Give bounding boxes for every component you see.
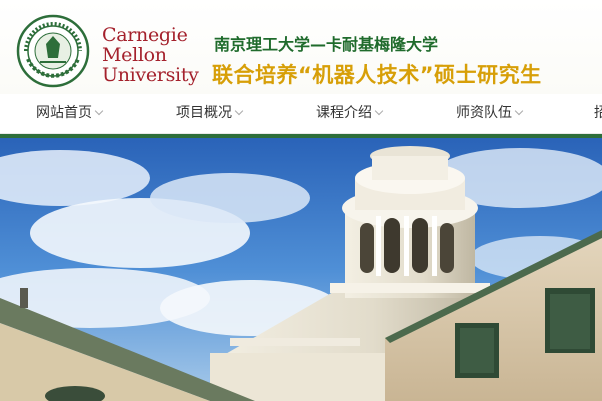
site-title-universities: 南京理工大学—卡耐基梅隆大学: [214, 35, 439, 54]
nav-item-faculty[interactable]: 师资队伍: [456, 94, 524, 133]
nav-item-admissions[interactable]: 招: [594, 94, 602, 133]
chevron-down-icon: [94, 106, 104, 116]
nav-item-label: 课程介绍: [316, 105, 372, 121]
nav-item-label: 网站首页: [36, 105, 92, 121]
nav-item-label: 师资队伍: [456, 105, 512, 121]
cmu-logo-line-1: Carnegie: [102, 24, 188, 46]
chevron-down-icon: [374, 106, 384, 116]
cmu-logo-line-3: University: [102, 64, 199, 86]
chevron-down-icon: [234, 106, 244, 116]
cmu-logo[interactable]: Carnegie Mellon University: [102, 25, 202, 85]
chevron-down-icon: [514, 106, 524, 116]
nav-item-label: 项目概况: [176, 105, 232, 121]
nav-item-home[interactable]: 网站首页: [36, 94, 104, 133]
university-seal-icon: [16, 14, 90, 88]
campus-building-image: [0, 138, 602, 401]
nav-item-overview[interactable]: 项目概况: [176, 94, 244, 133]
site-header: Carnegie Mellon University 南京理工大学—卡耐基梅隆大…: [0, 0, 602, 94]
cmu-logo-line-2: Mellon: [102, 44, 167, 66]
hero-banner: [0, 138, 602, 401]
main-nav: 网站首页 项目概况 课程介绍 师资队伍 招: [0, 94, 602, 134]
nav-item-courses[interactable]: 课程介绍: [316, 94, 384, 133]
nav-item-label: 招: [594, 105, 602, 121]
site-title-program: 联合培养“机器人技术”硕士研究生: [212, 63, 542, 87]
